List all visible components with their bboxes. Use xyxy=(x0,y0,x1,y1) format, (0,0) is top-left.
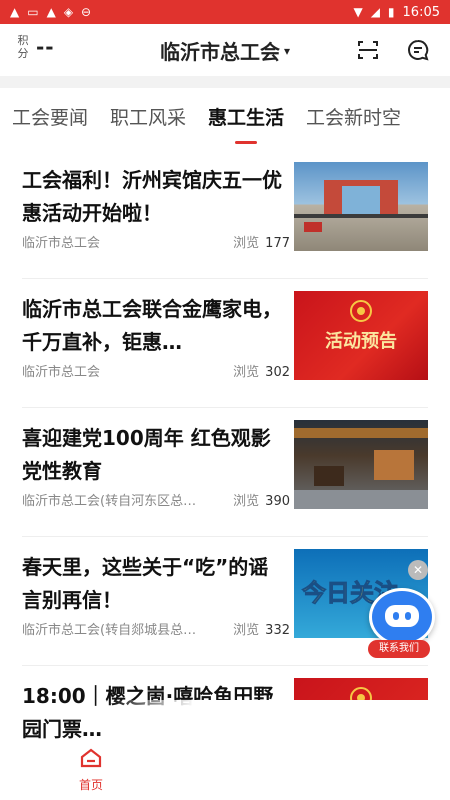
notification-icon: ▲ xyxy=(10,5,20,19)
tab-union-news[interactable]: 工会要闻 xyxy=(12,103,88,130)
shield-icon: ◈ xyxy=(63,5,74,19)
notification-icon: ▲ xyxy=(46,5,56,19)
home-icon xyxy=(79,746,103,774)
page-title: 临沂市总工会 xyxy=(159,40,280,64)
bottom-nav: 首页 xyxy=(0,740,450,800)
nav-home[interactable]: 首页 xyxy=(68,746,114,793)
status-time: 16:05 xyxy=(402,4,440,20)
article-views: 浏览 302 xyxy=(233,365,290,380)
article-views: 浏览 390 xyxy=(233,494,290,509)
org-selector[interactable]: 临沂市总工会 ▾ xyxy=(160,36,290,65)
article-title: 春天里，这些关于“吃”的谣言别再信！ xyxy=(22,555,269,612)
contact-widget[interactable]: ✕ 联系我们 xyxy=(364,560,435,660)
category-tabs: 工会要闻 职工风采 惠工生活 工会新时空 xyxy=(0,88,450,144)
article-thumbnail xyxy=(294,420,428,509)
status-bar: ▲ ▭ ▲ ◈ ⊖ ▼ ◢ ▮ 16:05 xyxy=(0,0,450,24)
article-thumbnail: 活动预告 xyxy=(294,291,428,380)
header-divider xyxy=(0,76,450,88)
wifi-icon: ▼ xyxy=(353,5,363,19)
message-icon[interactable] xyxy=(404,36,432,64)
article-source: 临沂市总工会(转自河东区总… xyxy=(22,494,197,509)
score[interactable]: 积分 -- xyxy=(16,34,55,60)
tab-worker-style[interactable]: 职工风采 xyxy=(110,103,186,130)
article-thumbnail xyxy=(294,162,428,251)
chevron-down-icon: ▾ xyxy=(283,43,291,58)
close-icon[interactable]: ✕ xyxy=(408,560,428,580)
top-bar: 积分 -- 临沂市总工会 ▾ xyxy=(0,24,450,76)
article-title: 临沂市总工会联合金鹰家电，千万直补，钜惠… xyxy=(22,297,282,354)
list-item[interactable]: 喜迎建党100周年 红色观影党性教育 临沂市总工会(转自河东区总… 浏览 390 xyxy=(22,408,428,537)
contact-us-button[interactable]: 联系我们 xyxy=(368,640,430,658)
tab-union-new-era[interactable]: 工会新时空 xyxy=(306,103,401,130)
article-views: 浏览 332 xyxy=(233,623,290,638)
article-source: 临沂市总工会 xyxy=(22,365,101,380)
list-item[interactable]: 工会福利！沂州宾馆庆五一优惠活动开始啦！ 临沂市总工会 浏览 177 xyxy=(22,150,428,279)
article-title: 喜迎建党100周年 红色观影党性教育 xyxy=(22,426,271,483)
no-disturb-icon: ⊖ xyxy=(81,5,92,19)
battery-saver-icon: ▭ xyxy=(27,5,39,19)
article-views: 浏览 177 xyxy=(233,236,290,251)
robot-icon[interactable] xyxy=(369,588,435,646)
scan-icon[interactable] xyxy=(354,36,382,64)
article-source: 临沂市总工会(转自郯城县总… xyxy=(22,623,197,638)
signal-icon: ◢ xyxy=(370,5,380,19)
tab-benefit-life[interactable]: 惠工生活 xyxy=(208,103,284,144)
active-tab-indicator xyxy=(235,140,258,144)
list-item[interactable]: 临沂市总工会联合金鹰家电，千万直补，钜惠… 临沂市总工会 浏览 302 活动预告 xyxy=(22,279,428,408)
battery-icon: ▮ xyxy=(387,5,395,19)
score-value: -- xyxy=(36,35,55,59)
nav-home-label: 首页 xyxy=(78,778,103,792)
article-list: 工会福利！沂州宾馆庆五一优惠活动开始啦！ 临沂市总工会 浏览 177 临沂市总工会… xyxy=(0,150,450,795)
thumb-text: 活动预告 xyxy=(325,330,397,352)
article-title: 工会福利！沂州宾馆庆五一优惠活动开始啦！ xyxy=(22,168,282,225)
article-source: 临沂市总工会 xyxy=(22,236,101,251)
score-label: 积分 xyxy=(17,34,29,60)
